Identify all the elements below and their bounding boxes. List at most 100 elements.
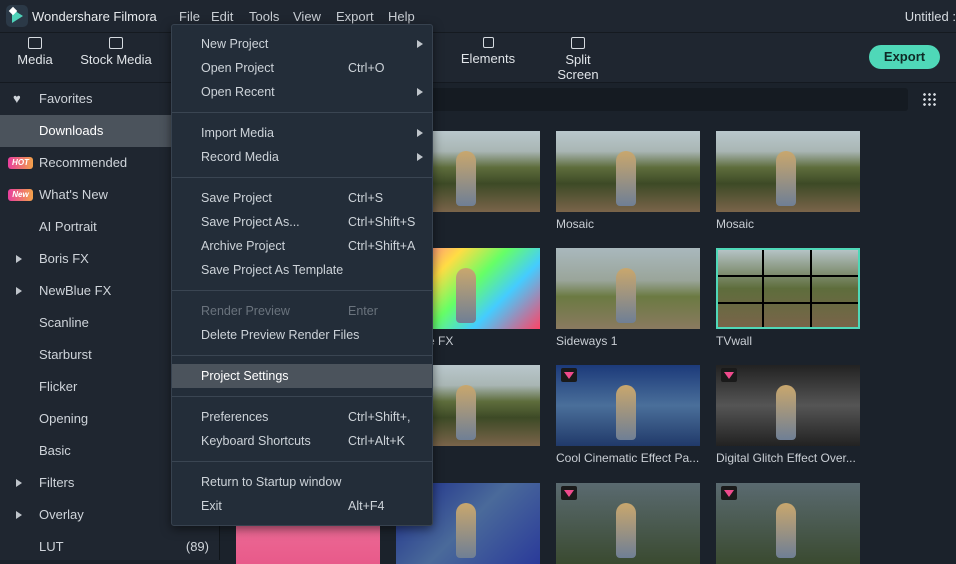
effect-label: TVwall <box>716 334 753 348</box>
menu-item[interactable]: Return to Startup window <box>172 470 432 494</box>
menu-item-label: Save Project As Template <box>201 263 344 277</box>
menu-item-label: Delete Preview Render Files <box>201 328 360 342</box>
effect-card[interactable]: Cool Cinematic Effect Pa... <box>556 365 700 465</box>
expand-arrow-icon[interactable] <box>16 287 22 295</box>
effect-thumbnail <box>716 131 860 212</box>
effect-card[interactable]: Mosaic <box>556 131 700 231</box>
menu-item-shortcut: Alt+F4 <box>348 499 385 513</box>
menu-item-label: Exit <box>201 499 222 513</box>
sidebar-item-label: Overlay <box>39 507 84 522</box>
menu-help[interactable]: Help <box>388 9 415 24</box>
menu-file[interactable]: File <box>179 9 200 24</box>
effect-thumbnail <box>716 365 860 446</box>
search-input[interactable] <box>420 88 908 111</box>
cloud-folder-icon <box>109 37 123 49</box>
effect-card[interactable]: Digital Glitch Effect Over... <box>716 365 860 465</box>
sidebar-item-label: Recommended <box>39 155 128 170</box>
menu-item[interactable]: Import Media <box>172 121 432 145</box>
effect-label: Mosaic <box>556 217 595 231</box>
menu-item[interactable]: Record Media <box>172 145 432 169</box>
filmora-logo-icon <box>6 5 28 27</box>
badge: New <box>8 189 33 201</box>
menu-view[interactable]: View <box>293 9 321 24</box>
sidebar-item-label: Favorites <box>39 91 93 106</box>
tab-stock-media[interactable]: Stock Media <box>80 37 152 67</box>
tab-elements[interactable]: Elements <box>460 37 516 66</box>
effect-card[interactable]: Sideways 1 <box>556 248 700 348</box>
grid-view-icon[interactable] <box>922 92 938 106</box>
title-bar: Wondershare Filmora File Edit Tools View… <box>0 0 956 33</box>
menu-item-label: Return to Startup window <box>201 475 342 489</box>
sidebar-item[interactable]: LUT (89) <box>0 531 219 563</box>
menu-item[interactable]: Project Settings <box>172 364 432 388</box>
tab-elements-label: Elements <box>460 51 516 66</box>
menu-item[interactable]: Preferences Ctrl+Shift+, <box>172 405 432 429</box>
effect-label: Sideways 1 <box>556 334 618 348</box>
submenu-arrow-icon <box>417 40 423 48</box>
effect-thumbnail <box>556 483 700 564</box>
menu-item-label: New Project <box>201 37 269 51</box>
project-title: Untitled : <box>904 9 956 24</box>
sidebar-item-label: NewBlue FX <box>39 283 112 298</box>
menu-item[interactable]: Save Project As Template <box>172 258 432 282</box>
menu-item[interactable]: Open Project Ctrl+O <box>172 56 432 80</box>
sidebar-item-label: Scanline <box>39 315 89 330</box>
tab-media-label: Media <box>17 52 53 67</box>
sidebar-item-label: Boris FX <box>39 251 89 266</box>
effect-thumbnail <box>556 248 700 329</box>
preview-figure <box>776 385 796 440</box>
item-count: (89) <box>185 539 209 554</box>
effect-card[interactable]: TVwall <box>716 248 860 348</box>
tab-split-screen-label: Split Screen <box>557 52 599 82</box>
premium-gem-icon <box>721 368 737 382</box>
effect-card[interactable]: Mosaic <box>716 131 860 231</box>
tab-split-screen[interactable]: Split Screen <box>544 37 612 82</box>
menu-separator <box>172 177 432 178</box>
submenu-arrow-icon <box>417 88 423 96</box>
menu-item[interactable]: Archive Project Ctrl+Shift+A <box>172 234 432 258</box>
menu-item-label: Save Project <box>201 191 272 205</box>
menu-item: Render Preview Enter <box>172 299 432 323</box>
menu-item-shortcut: Ctrl+Shift+S <box>348 215 416 229</box>
menu-item-label: Project Settings <box>201 369 289 383</box>
effect-label: Cool Cinematic Effect Pa... <box>556 451 700 465</box>
effect-card[interactable] <box>556 483 700 564</box>
premium-gem-icon <box>561 486 577 500</box>
menu-item[interactable]: New Project <box>172 32 432 56</box>
effect-label: Digital Glitch Effect Over... <box>716 451 856 465</box>
split-screen-icon <box>571 37 585 49</box>
menu-export[interactable]: Export <box>336 9 374 24</box>
menu-separator <box>172 396 432 397</box>
menu-item-label: Archive Project <box>201 239 286 253</box>
expand-arrow-icon[interactable] <box>16 479 22 487</box>
menu-item[interactable]: Exit Alt+F4 <box>172 494 432 518</box>
sidebar-item-label: Filters <box>39 475 75 490</box>
tab-stock-media-label: Stock Media <box>80 52 152 67</box>
tab-media[interactable]: Media <box>14 37 56 67</box>
sidebar-item-label: LUT <box>39 539 64 554</box>
sidebar-item-label: AI Portrait <box>39 219 97 234</box>
menu-tools[interactable]: Tools <box>249 9 279 24</box>
expand-arrow-icon[interactable] <box>16 255 22 263</box>
preview-figure <box>616 268 636 323</box>
menu-item[interactable]: Open Recent <box>172 80 432 104</box>
menu-item-label: Preferences <box>201 410 269 424</box>
premium-gem-icon <box>721 486 737 500</box>
menu-edit[interactable]: Edit <box>211 9 233 24</box>
menu-item[interactable]: Keyboard Shortcuts Ctrl+Alt+K <box>172 429 432 453</box>
menu-item-label: Open Project <box>201 61 274 75</box>
expand-arrow-icon[interactable] <box>16 511 22 519</box>
menu-separator <box>172 290 432 291</box>
menu-item[interactable]: Save Project As... Ctrl+Shift+S <box>172 210 432 234</box>
menu-item[interactable]: Save Project Ctrl+S <box>172 186 432 210</box>
menu-item[interactable]: Delete Preview Render Files <box>172 323 432 347</box>
heart-icon: ♥ <box>13 91 21 106</box>
export-button[interactable]: Export <box>869 45 940 69</box>
app-name: Wondershare Filmora <box>32 9 157 24</box>
menu-separator <box>172 461 432 462</box>
menu-item-label: Keyboard Shortcuts <box>201 434 311 448</box>
sidebar-item-label: Starburst <box>39 347 92 362</box>
effect-card[interactable] <box>716 483 860 564</box>
effect-thumbnail <box>716 483 860 564</box>
preview-figure <box>776 151 796 206</box>
